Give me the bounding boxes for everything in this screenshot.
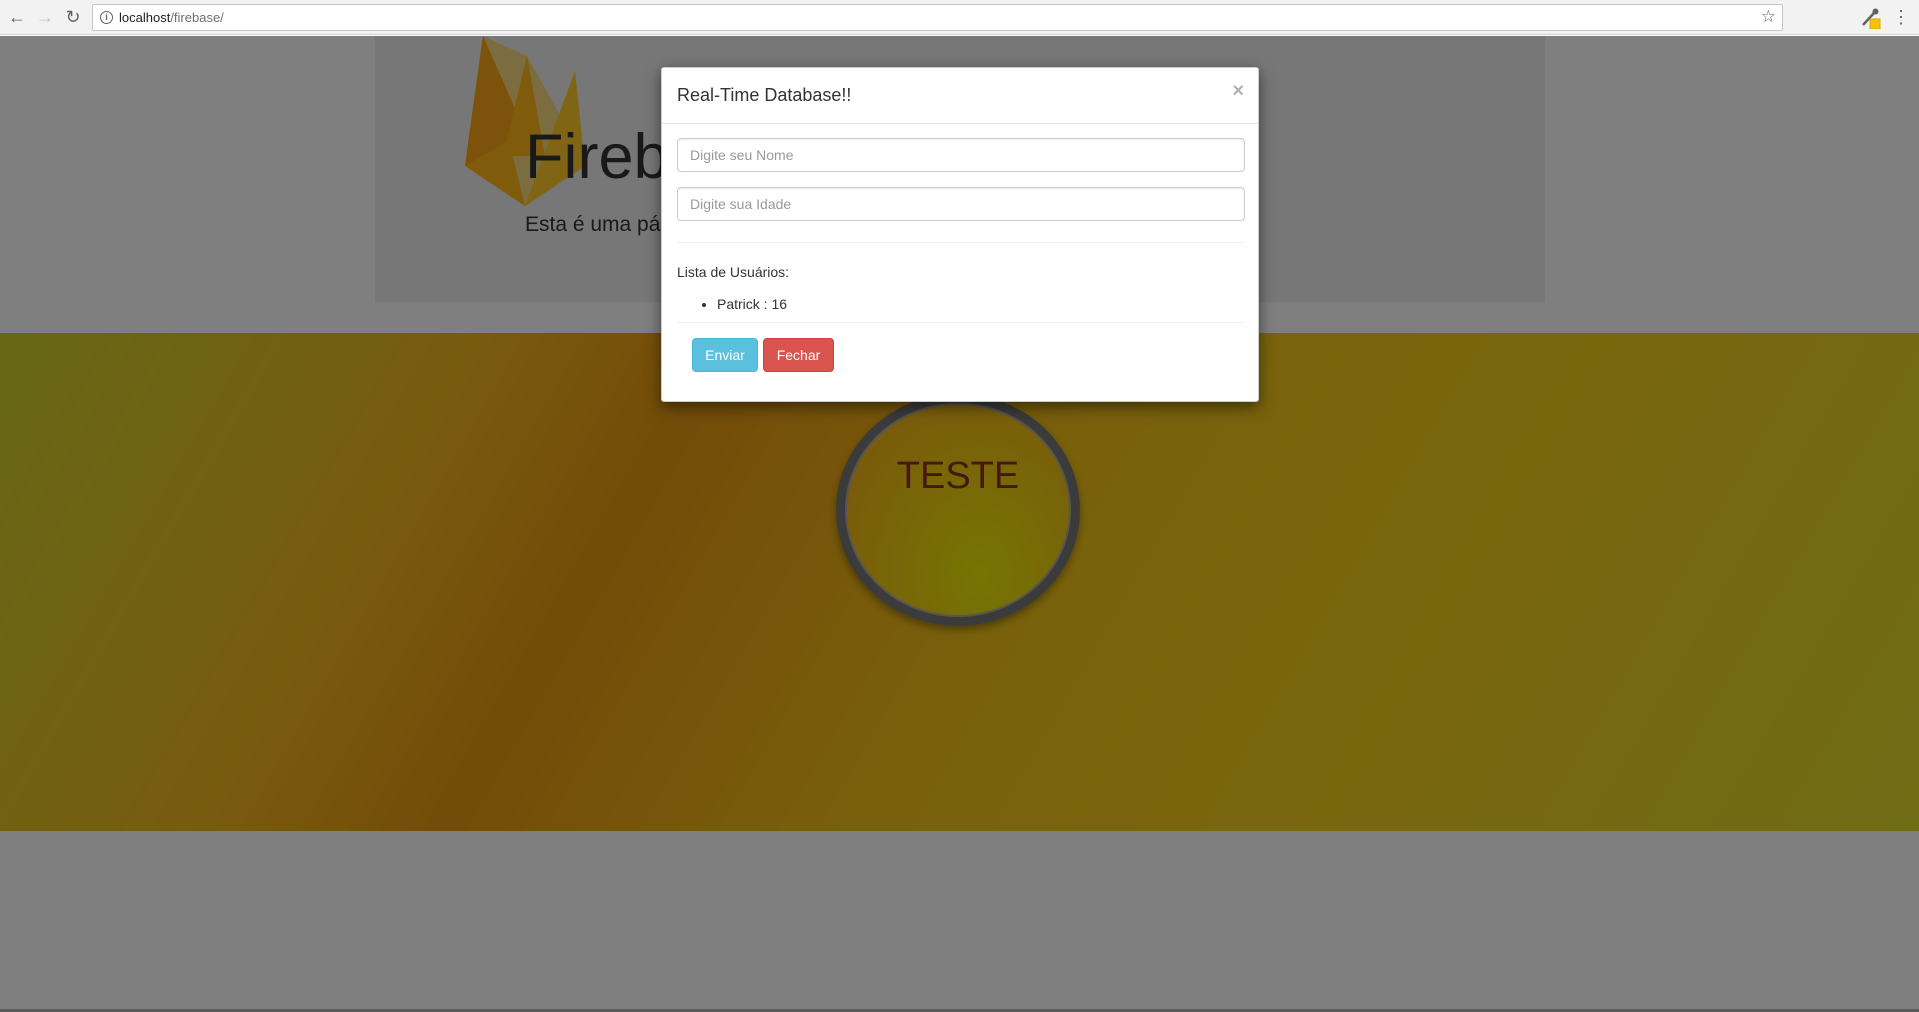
close-button[interactable]: Fechar	[763, 338, 834, 372]
modal-header: Real-Time Database!! ×	[662, 68, 1258, 124]
close-icon[interactable]: ×	[1232, 81, 1244, 101]
url-host: localhost	[119, 10, 171, 25]
address-bar[interactable]: i localhost/firebase/ ☆	[92, 4, 1783, 31]
star-icon[interactable]: ☆	[1761, 7, 1776, 27]
url-text: localhost/firebase/	[119, 10, 224, 25]
age-input[interactable]	[677, 187, 1245, 221]
user-list-heading: Lista de Usuários:	[677, 264, 790, 280]
footer-divider	[677, 322, 1245, 323]
back-arrow-icon[interactable]: ←	[6, 6, 28, 28]
modal-title: Real-Time Database!!	[677, 85, 852, 105]
browser-toolbar: ← → ↻ i localhost/firebase/ ☆ ⋮	[0, 0, 1919, 35]
user-list: Patrick : 16	[677, 294, 787, 314]
modal-dialog: Real-Time Database!! × Lista de Usuários…	[661, 67, 1259, 402]
kebab-menu-icon[interactable]: ⋮	[1892, 6, 1910, 28]
form-divider	[677, 242, 1245, 243]
reload-icon[interactable]: ↻	[62, 6, 84, 28]
name-input[interactable]	[677, 138, 1245, 172]
site-info-icon[interactable]: i	[100, 11, 113, 24]
eyedropper-extension-icon[interactable]	[1860, 7, 1882, 29]
list-item: Patrick : 16	[717, 294, 787, 314]
url-path: /firebase/	[170, 10, 224, 25]
forward-arrow-icon[interactable]: →	[34, 6, 56, 28]
submit-button[interactable]: Enviar	[692, 338, 758, 372]
